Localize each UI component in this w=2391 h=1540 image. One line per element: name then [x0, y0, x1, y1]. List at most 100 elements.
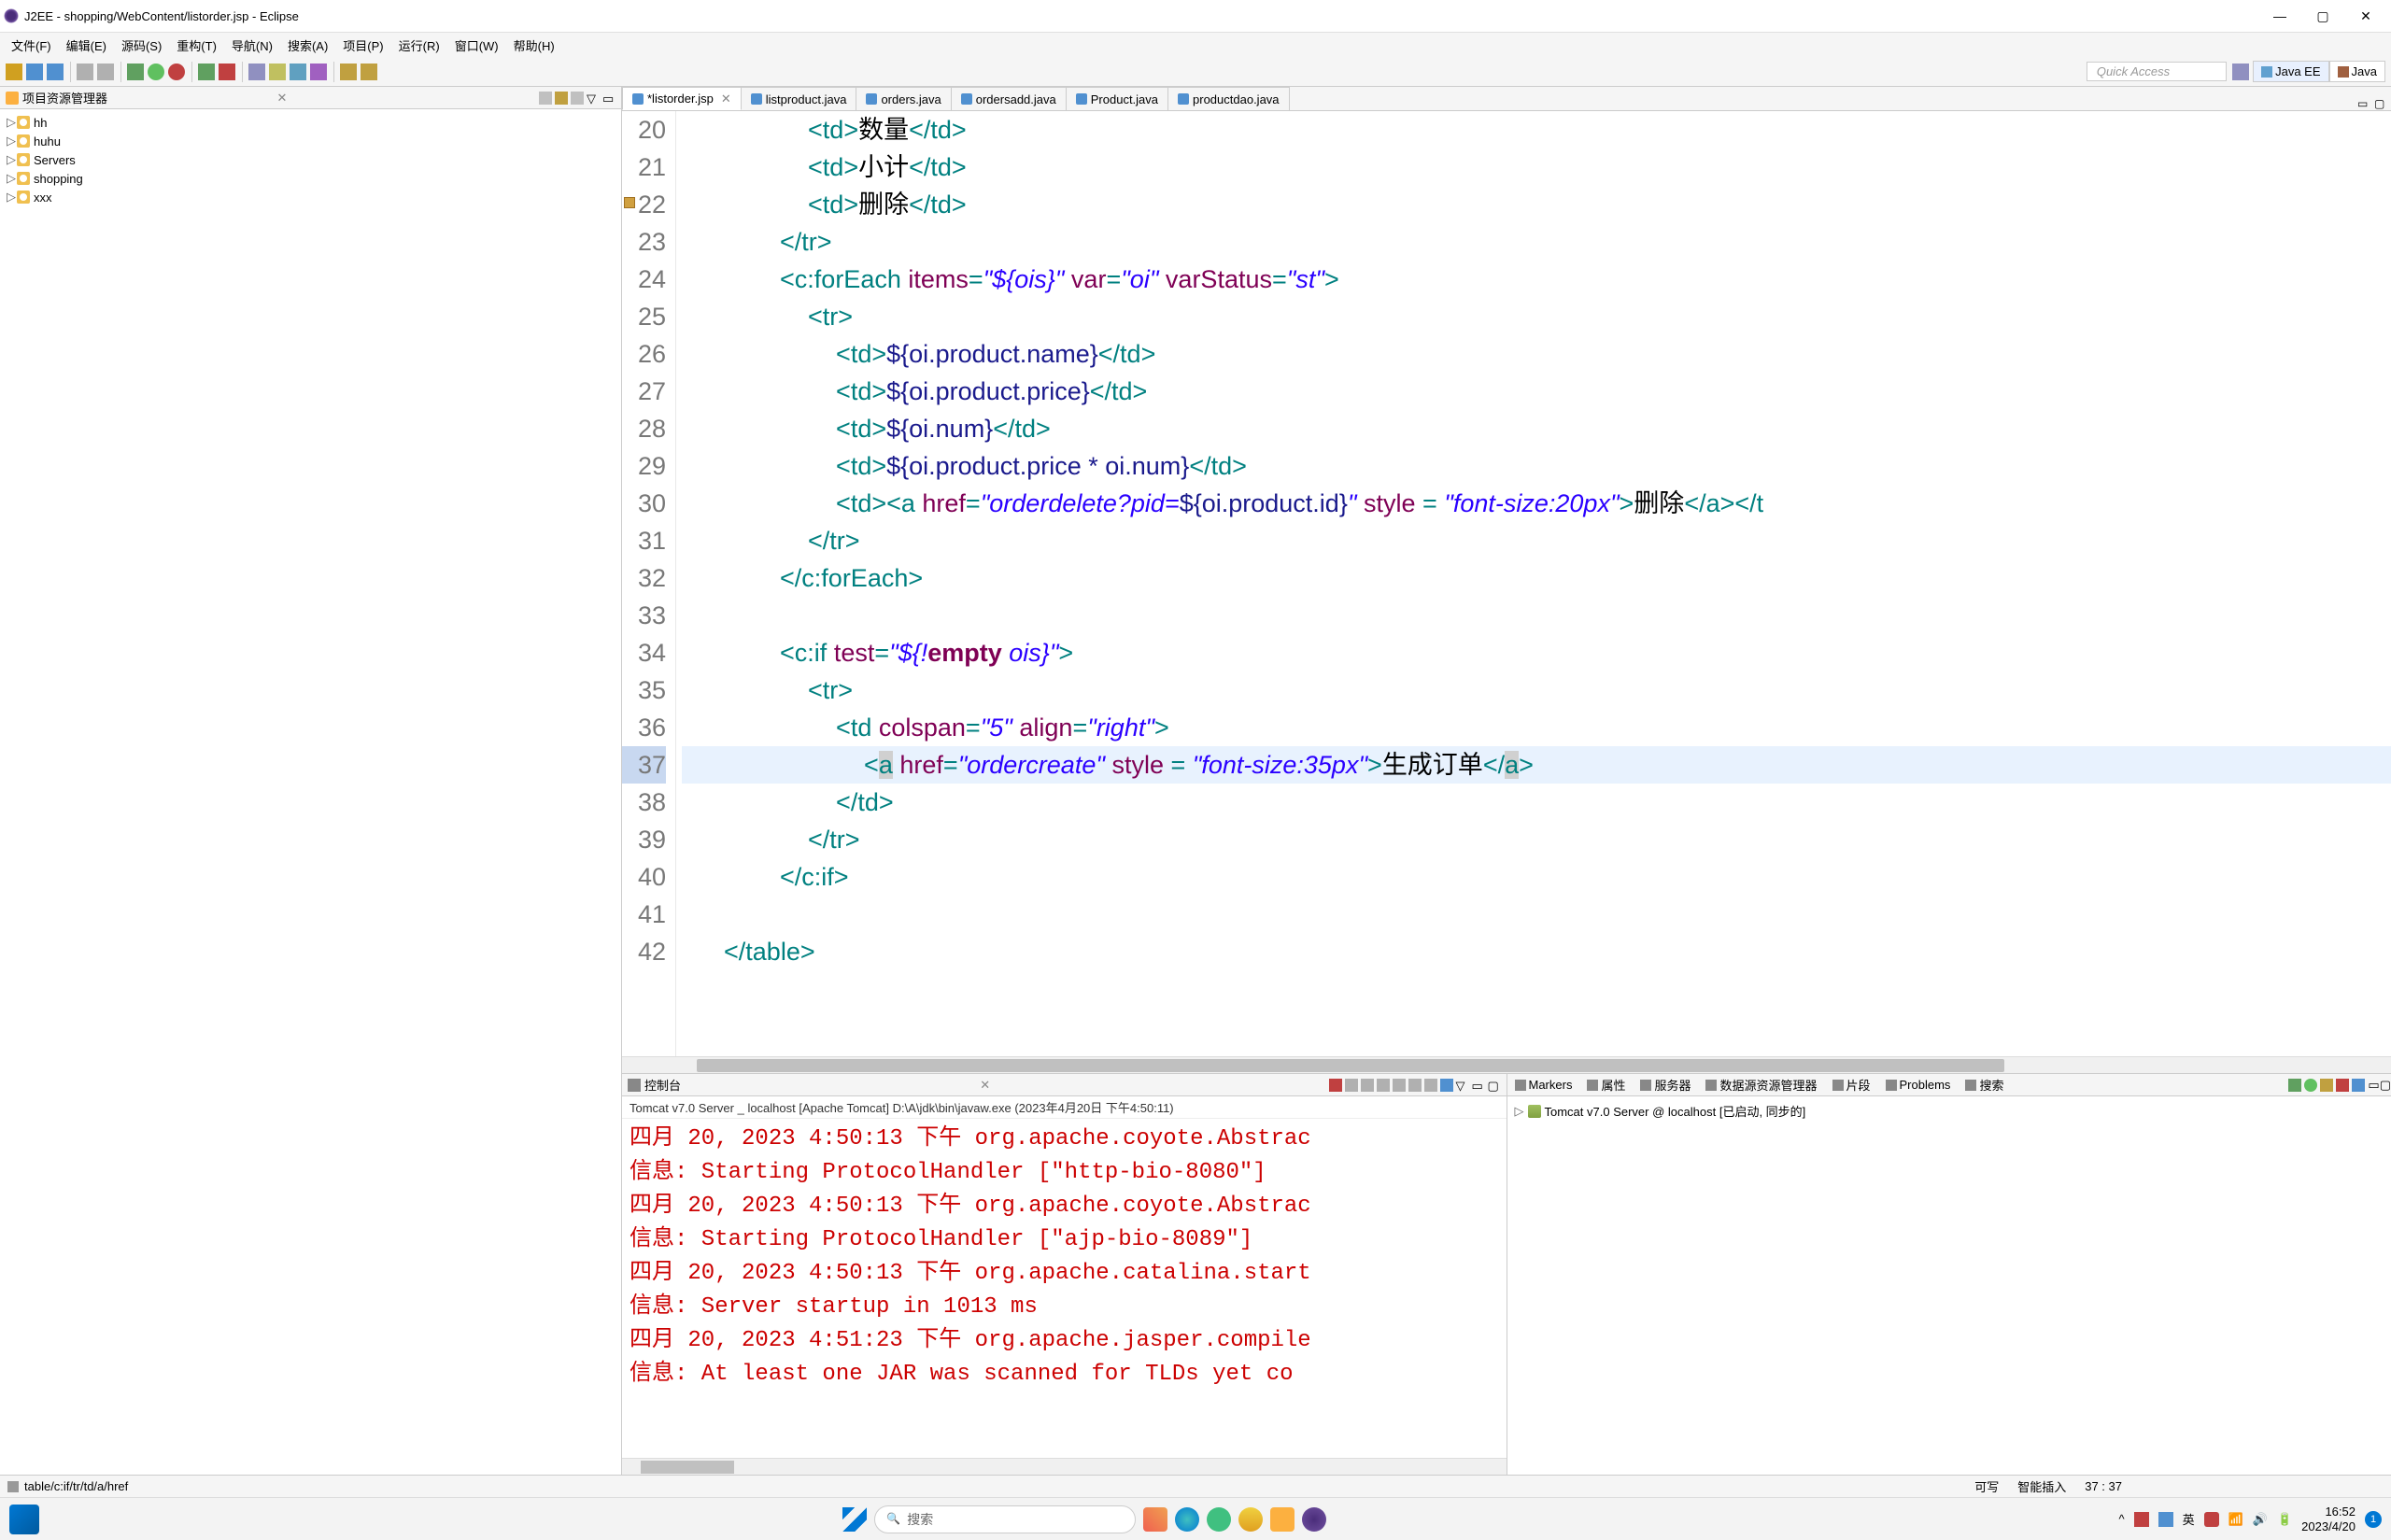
tool-icon[interactable]	[248, 64, 265, 80]
menu-search[interactable]: 搜索(A)	[280, 35, 335, 56]
app-icon[interactable]	[1207, 1507, 1231, 1532]
tab-listproduct-java[interactable]: listproduct.java	[741, 87, 857, 110]
code-editor[interactable]: 2021222324252627282930313233343536373839…	[622, 111, 2391, 1056]
terminate-icon[interactable]	[1329, 1079, 1342, 1092]
redo-icon[interactable]	[97, 64, 114, 80]
minimize-icon[interactable]: ▭	[602, 92, 615, 105]
focus-icon[interactable]	[571, 92, 584, 105]
menu-run[interactable]: 运行(R)	[391, 35, 447, 56]
tray-ime-icon[interactable]: 英	[2183, 1510, 2195, 1528]
maximize-editor-icon[interactable]: ▢	[2374, 97, 2387, 110]
server-profile-icon[interactable]	[2320, 1079, 2333, 1092]
console-horizontal-scrollbar[interactable]	[622, 1458, 1507, 1475]
display-icon[interactable]	[1424, 1079, 1437, 1092]
menu-window[interactable]: 窗口(W)	[447, 35, 506, 56]
tab-problems[interactable]: Problems	[1878, 1076, 1959, 1094]
edge-icon[interactable]	[1175, 1507, 1199, 1532]
run-ext-icon[interactable]	[168, 64, 185, 80]
maximize-icon[interactable]: ▢	[2380, 1078, 2391, 1093]
windows-icon[interactable]	[842, 1507, 867, 1532]
open-console-icon[interactable]	[1440, 1079, 1453, 1092]
server-stop-icon[interactable]	[2336, 1079, 2349, 1092]
menu-icon[interactable]: ▽	[587, 92, 600, 105]
link-icon[interactable]	[555, 92, 568, 105]
perspective-java-ee[interactable]: Java EE	[2253, 61, 2328, 82]
taskview-icon[interactable]	[1143, 1507, 1167, 1532]
collapse-icon[interactable]	[539, 92, 552, 105]
tab-servers[interactable]: 服务器	[1633, 1074, 1698, 1095]
debug-icon[interactable]	[127, 64, 144, 80]
tray-onedrive-icon[interactable]	[2158, 1512, 2173, 1527]
undo-icon[interactable]	[77, 64, 93, 80]
taskbar-clock[interactable]: 16:52 2023/4/20	[2301, 1505, 2356, 1533]
clear-icon[interactable]	[1393, 1079, 1406, 1092]
server-start-icon[interactable]	[198, 64, 215, 80]
project-tree[interactable]: ▷hh ▷huhu ▷Servers ▷shopping ▷xxx	[0, 109, 621, 210]
tab-search[interactable]: 搜索	[1958, 1074, 2011, 1095]
app-icon[interactable]	[1238, 1507, 1263, 1532]
notifications-icon[interactable]: 1	[2365, 1511, 2382, 1528]
tray-volume-icon[interactable]: 🔊	[2253, 1512, 2268, 1527]
tool-icon[interactable]	[290, 64, 306, 80]
tab-listorder-jsp[interactable]: *listorder.jsp✕	[622, 87, 742, 110]
tool-icon[interactable]	[310, 64, 327, 80]
new-icon[interactable]	[6, 64, 22, 80]
nav-fwd-icon[interactable]	[361, 64, 377, 80]
close-button[interactable]: ✕	[2344, 2, 2387, 30]
quick-access-input[interactable]: Quick Access	[2087, 62, 2227, 81]
tray-app-icon[interactable]	[2204, 1512, 2219, 1527]
tab-orders-java[interactable]: orders.java	[856, 87, 951, 110]
tab-markers[interactable]: Markers	[1507, 1076, 1580, 1094]
editor-horizontal-scrollbar[interactable]	[622, 1056, 2391, 1073]
save-icon[interactable]	[26, 64, 43, 80]
explorer-icon[interactable]	[1270, 1507, 1295, 1532]
tree-item-servers[interactable]: ▷Servers	[0, 150, 621, 169]
maximize-icon[interactable]: ▢	[1488, 1079, 1501, 1092]
eclipse-app-icon[interactable]	[1302, 1507, 1326, 1532]
close-icon[interactable]: ✕	[721, 92, 731, 106]
server-publish-icon[interactable]	[2352, 1079, 2365, 1092]
menu-navigate[interactable]: 导航(N)	[224, 35, 280, 56]
start-button[interactable]	[9, 1505, 39, 1534]
maximize-button[interactable]: ▢	[2301, 2, 2344, 30]
minimize-button[interactable]: —	[2258, 2, 2301, 30]
menu-help[interactable]: 帮助(H)	[506, 35, 562, 56]
server-stop-icon[interactable]	[219, 64, 235, 80]
menu-refactor[interactable]: 重构(T)	[169, 35, 224, 56]
tab-product-java[interactable]: Product.java	[1066, 87, 1168, 110]
tree-item-shopping[interactable]: ▷shopping	[0, 169, 621, 188]
run-icon[interactable]	[148, 64, 164, 80]
editor-content[interactable]: <td>数量</td> <td>小计</td> <td>删除</td> </tr…	[676, 111, 2391, 1056]
scrollbar-thumb[interactable]	[641, 1461, 734, 1474]
menu-source[interactable]: 源码(S)	[114, 35, 169, 56]
tab-ordersadd-java[interactable]: ordersadd.java	[951, 87, 1067, 110]
menu-project[interactable]: 项目(P)	[335, 35, 390, 56]
menu-file[interactable]: 文件(F)	[4, 35, 59, 56]
minimize-icon[interactable]: ▭	[2368, 1078, 2379, 1093]
server-debug-icon[interactable]	[2288, 1079, 2301, 1092]
tray-wifi-icon[interactable]: 📶	[2228, 1512, 2243, 1527]
open-perspective-icon[interactable]	[2232, 64, 2249, 80]
remove-icon[interactable]	[1345, 1079, 1358, 1092]
save-all-icon[interactable]	[47, 64, 64, 80]
pin-icon[interactable]	[1408, 1079, 1422, 1092]
tree-item-hh[interactable]: ▷hh	[0, 113, 621, 132]
server-run-icon[interactable]	[2304, 1079, 2317, 1092]
tab-snippets[interactable]: 片段	[1825, 1074, 1878, 1095]
perspective-java[interactable]: Java	[2329, 61, 2385, 82]
system-tray[interactable]: ^ 英 📶 🔊 🔋 16:52 2023/4/20 1	[2118, 1505, 2382, 1533]
close-tab-icon[interactable]: ✕	[277, 91, 288, 106]
tree-item-xxx[interactable]: ▷xxx	[0, 188, 621, 206]
menu-edit[interactable]: 编辑(E)	[59, 35, 114, 56]
console-output[interactable]: 四月 20, 2023 4:50:13 下午 org.apache.coyote…	[622, 1119, 1507, 1458]
servers-tree[interactable]: ▷ Tomcat v7.0 Server @ localhost [已启动, 同…	[1507, 1096, 2391, 1125]
taskbar-search[interactable]: 🔍 搜索	[874, 1505, 1136, 1533]
tool-icon[interactable]	[269, 64, 286, 80]
tab-properties[interactable]: 属性	[1579, 1074, 1633, 1095]
tab-datasource[interactable]: 数据源资源管理器	[1698, 1074, 1824, 1095]
tree-item-huhu[interactable]: ▷huhu	[0, 132, 621, 150]
tray-app-icon[interactable]	[2134, 1512, 2149, 1527]
warning-marker-icon[interactable]	[624, 197, 635, 208]
tab-productdao-java[interactable]: productdao.java	[1167, 87, 1290, 110]
nav-back-icon[interactable]	[340, 64, 357, 80]
